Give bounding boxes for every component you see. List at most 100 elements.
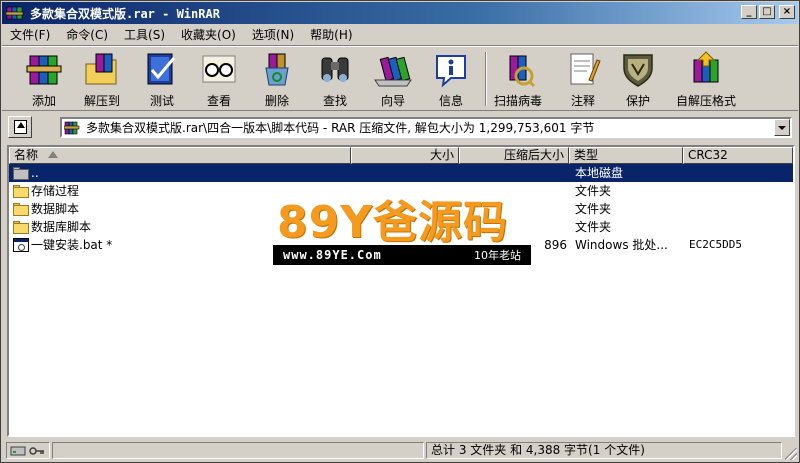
title-bar[interactable]: 多款集合双模式版.rar - WinRAR _ □ × [2,2,798,24]
up-folder-button[interactable] [8,116,32,138]
watermark-logo: 89Y爸源码 [277,197,509,248]
row-crc [689,218,789,236]
view-glasses-icon [199,50,239,88]
combo-dropdown-icon[interactable] [774,119,790,136]
menu-help[interactable]: 帮助(H) [302,26,360,43]
extract-to-button[interactable]: 解压到 [82,50,122,110]
path-combobox[interactable]: 多款集合双模式版.rar\四合一版本\脚本代码 - RAR 压缩文件, 解包大小… [60,117,792,138]
row-name: 一键安装.bat * [31,238,113,252]
file-list[interactable]: 名称 大小 压缩后大小 类型 CRC32 .. 本地磁盘 存储过程 文件夹 数据… [7,145,795,437]
row-type: 本地磁盘 [575,166,624,180]
column-packed-header[interactable]: 压缩后大小 [459,147,569,164]
menu-favorites[interactable]: 收藏夹(O) [173,26,244,43]
virus-scan-icon [498,50,538,88]
row-name: 数据脚本 [31,202,80,216]
column-crc-header[interactable]: CRC32 [683,147,793,164]
row-crc [689,200,789,218]
sfx-button[interactable]: 自解压格式 [676,50,736,110]
up-arrow-icon [14,120,27,134]
menu-commands[interactable]: 命令(C) [58,26,116,43]
row-crc: EC2C5DD5 [689,238,742,251]
column-size-header[interactable]: 大小 [351,147,459,164]
path-text: 多款集合双模式版.rar\四合一版本\脚本代码 - RAR 压缩文件, 解包大小… [86,121,595,135]
row-name: 数据库脚本 [31,220,92,234]
info-button[interactable]: 信息 [431,50,471,110]
watermark-url: www.89YE.Com [283,248,382,262]
delete-button[interactable]: 删除 [257,50,297,110]
address-bar: 多款集合双模式版.rar\四合一版本\脚本代码 - RAR 压缩文件, 解包大小… [2,113,798,141]
test-check-icon [142,50,182,88]
virus-scan-label: 扫描病毒 [494,94,543,108]
folder-icon [13,184,29,198]
row-type: 文件夹 [575,202,612,216]
row-packed [463,164,567,182]
drive-icon [10,446,26,455]
window-controls: _ □ × [741,5,795,19]
add-label: 添加 [31,94,56,108]
extract-folder-icon [82,50,122,88]
winrar-window: 多款集合双模式版.rar - WinRAR _ □ × 文件(F) 命令(C) … [0,0,800,463]
status-bar: 总计 3 文件夹 和 4,388 字节(1 个文件) [2,441,798,461]
menu-options[interactable]: 选项(N) [244,26,302,43]
watermark-band: www.89YE.Com 10年老站 [273,245,531,265]
virus-scan-button[interactable]: 扫描病毒 [494,50,542,110]
test-button[interactable]: 测试 [142,50,182,110]
table-row-parent[interactable]: .. 本地磁盘 [9,164,793,182]
comment-icon [563,50,603,88]
key-icon [29,446,44,455]
wizard-button[interactable]: 向导 [373,50,413,110]
find-label: 查找 [322,94,347,108]
info-icon [431,50,471,88]
column-name-header[interactable]: 名称 [9,147,351,164]
watermark-slogan: 10年老站 [474,249,521,262]
archive-icon [63,121,80,135]
status-selection-panel [52,442,424,459]
find-binoculars-icon [315,50,355,88]
status-drive-panel[interactable] [6,442,50,459]
row-name: .. [31,166,39,180]
watermark: 89Y爸源码 www.89YE.Com 10年老站 [273,199,531,271]
row-name: 存储过程 [31,184,80,198]
minimize-button[interactable]: _ [741,5,757,19]
maximize-button[interactable]: □ [759,5,775,19]
protect-shield-icon [618,50,658,88]
folder-icon [13,220,29,234]
sfx-icon [686,50,726,88]
menu-tools[interactable]: 工具(S) [116,26,173,43]
view-label: 查看 [206,94,231,108]
batch-file-icon [13,238,29,252]
row-type: 文件夹 [575,184,612,198]
column-name-label: 名称 [14,148,39,162]
toolbar: 添加 解压到 测试 查看 删除 查找 向导 信息 扫描病毒 注释 保护 自解压格… [2,45,798,111]
row-name-cell: .. [13,164,353,182]
info-label: 信息 [438,94,463,108]
menu-bar: 文件(F) 命令(C) 工具(S) 收藏夹(O) 选项(N) 帮助(H) [2,24,798,44]
parent-folder-icon [13,166,29,180]
test-label: 测试 [149,94,174,108]
row-crc [689,182,789,200]
list-header: 名称 大小 压缩后大小 类型 CRC32 [9,147,793,164]
view-button[interactable]: 查看 [199,50,239,110]
wizard-icon [373,50,413,88]
wizard-label: 向导 [380,94,405,108]
sfx-label: 自解压格式 [676,94,737,108]
add-button[interactable]: 添加 [24,50,64,110]
resize-grip-icon[interactable] [785,448,797,460]
delete-recycle-icon [257,50,297,88]
delete-label: 删除 [264,94,289,108]
add-books-icon [24,50,64,88]
protect-button[interactable]: 保护 [618,50,658,110]
menu-file[interactable]: 文件(F) [2,26,58,43]
protect-label: 保护 [625,94,650,108]
sort-ascending-icon [48,151,59,158]
extract-to-label: 解压到 [83,94,120,108]
close-button[interactable]: × [779,5,795,19]
window-title: 多款集合双模式版.rar - WinRAR [30,6,220,21]
find-button[interactable]: 查找 [315,50,355,110]
column-type-header[interactable]: 类型 [569,147,683,164]
row-crc [689,164,789,182]
row-type: 文件夹 [575,220,612,234]
comment-button[interactable]: 注释 [563,50,603,110]
winrar-app-icon [5,5,24,21]
toolbar-separator [485,52,487,106]
